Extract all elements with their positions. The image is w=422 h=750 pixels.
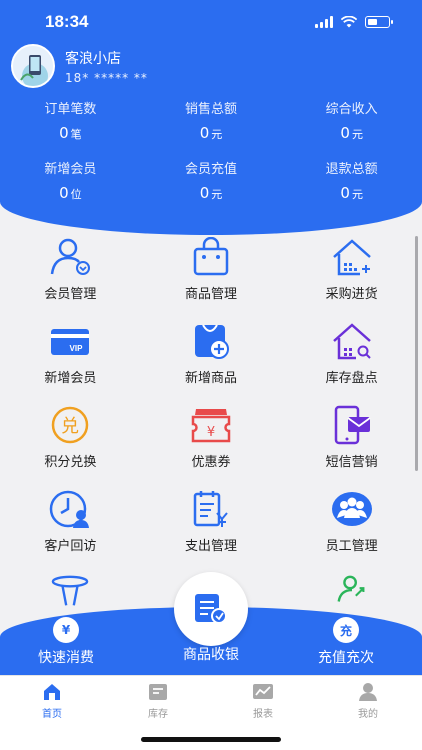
status-bar: 18:34: [0, 10, 422, 36]
inventory-icon: [332, 323, 371, 360]
users-icon: [337, 575, 365, 602]
cashier-button[interactable]: [174, 572, 248, 646]
tile-coupon[interactable]: ¥ 优惠券: [141, 403, 282, 487]
tile-member-management[interactable]: 会员管理: [0, 235, 141, 319]
tab-inventory[interactable]: 库存: [128, 682, 188, 720]
tile-staff-management[interactable]: 员工管理: [281, 487, 422, 571]
coupon-icon: ¥: [191, 409, 231, 443]
vip-card-icon: VIP: [51, 329, 90, 355]
staff-icon: [331, 492, 372, 526]
clock-user-icon: [50, 490, 90, 528]
store-profile[interactable]: 客浪小店 18* ***** **: [11, 44, 148, 88]
bag-icon: [193, 237, 229, 276]
points-icon: 兑: [52, 406, 89, 444]
sms-icon: [334, 405, 371, 445]
store-phone: 18* ***** **: [65, 70, 148, 85]
status-icons: [315, 16, 393, 28]
home-icon: [44, 684, 60, 700]
wifi-icon: [341, 16, 357, 28]
tab-report[interactable]: 报表: [233, 682, 293, 720]
store-avatar[interactable]: [11, 44, 55, 88]
recharge-button[interactable]: 充 充值充次: [318, 617, 374, 667]
tile-points-exchange[interactable]: 兑 积分兑换: [0, 403, 141, 487]
tile-expense-management[interactable]: 支出管理: [141, 487, 282, 571]
stat-member-recharge[interactable]: 会员充值 0元: [141, 158, 282, 218]
money-bag-icon: ¥: [53, 617, 79, 643]
stat-refund-total[interactable]: 退款总额 0元: [281, 158, 422, 218]
add-product-icon: [195, 324, 229, 359]
tab-home[interactable]: 首页: [22, 682, 82, 720]
signal-icon: [315, 16, 333, 28]
svg-text:¥: ¥: [207, 425, 215, 440]
tab-profile[interactable]: 我的: [338, 682, 398, 720]
tile-product-management[interactable]: 商品管理: [141, 235, 282, 319]
tile-customer-revisit[interactable]: 客户回访: [0, 487, 141, 571]
status-time: 18:34: [45, 12, 89, 31]
store-name: 客浪小店: [65, 50, 121, 67]
scrollbar[interactable]: [415, 236, 418, 471]
home-indicator: [141, 737, 281, 742]
stats-panel: 订单笔数 0笔 销售总额 0元 综合收入 0元 新增会员 0位 会员充值 0元: [0, 98, 422, 218]
tile-add-product[interactable]: 新增商品: [141, 319, 282, 403]
tile-partial-1[interactable]: [0, 571, 141, 611]
tile-sms-marketing[interactable]: 短信营销: [281, 403, 422, 487]
quick-consume-button[interactable]: ¥ 快速消费: [38, 617, 94, 667]
cashier-label: 商品收银: [183, 647, 239, 663]
stat-sales-total[interactable]: 销售总额 0元: [141, 98, 282, 158]
tile-partial-3[interactable]: [281, 571, 422, 611]
profile-icon: [359, 683, 377, 701]
svg-text:兑: 兑: [61, 416, 79, 437]
battery-icon: [365, 16, 393, 28]
inventory-tab-icon: [149, 684, 167, 700]
recharge-icon: 充: [333, 617, 359, 643]
warehouse-icon: [332, 239, 371, 276]
report-icon: [253, 684, 273, 699]
stat-order-count[interactable]: 订单笔数 0笔: [0, 98, 141, 158]
feature-grid: 会员管理 商品管理 采购进货 VIP 新增会员 新增商品 库存盘点 兑 积分兑换…: [0, 235, 422, 611]
cashier-icon: [195, 594, 227, 624]
tile-inventory-check[interactable]: 库存盘点: [281, 319, 422, 403]
header-banner: 18:34 客浪小店 18* ***** ** 订单笔数 0 笔 销售总额 0 …: [0, 0, 422, 235]
tile-purchase-stock[interactable]: 采购进货: [281, 235, 422, 319]
svg-text:VIP: VIP: [70, 344, 84, 353]
stat-total-income[interactable]: 综合收入 0元: [281, 98, 422, 158]
tile-add-member[interactable]: VIP 新增会员: [0, 319, 141, 403]
stat-new-members[interactable]: 新增会员 0位: [0, 158, 141, 218]
expense-icon: [193, 491, 228, 527]
table-icon: [52, 575, 89, 606]
member-icon: [51, 238, 91, 275]
